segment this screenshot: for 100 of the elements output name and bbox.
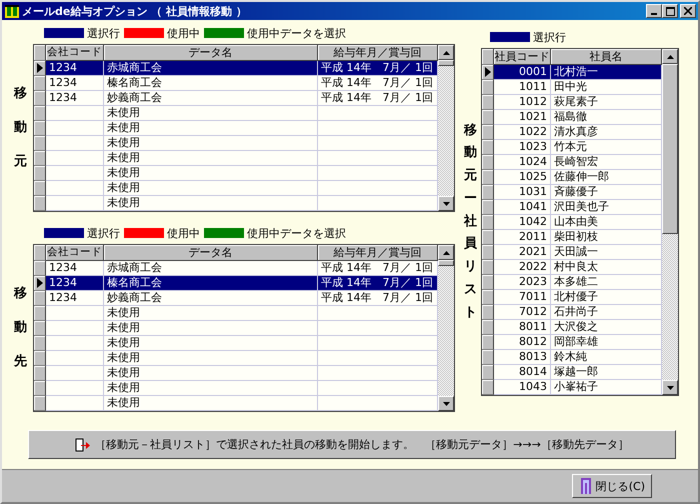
table-row[interactable]: 未使用	[34, 196, 438, 211]
table-row[interactable]: 1234 榛名商工会 平成 14年 7月／ 1回	[34, 276, 438, 291]
row-header[interactable]	[34, 366, 46, 381]
table-row[interactable]: 1042 山本由美	[482, 215, 662, 230]
row-header[interactable]	[34, 396, 46, 411]
row-header[interactable]	[34, 321, 46, 336]
scrollbar[interactable]	[438, 245, 454, 411]
table-row[interactable]: 2011 柴田初枝	[482, 230, 662, 245]
row-header[interactable]	[34, 196, 46, 211]
table-row[interactable]: 1024 長崎智宏	[482, 155, 662, 170]
row-header[interactable]	[34, 166, 46, 181]
table-row[interactable]: 1031 斉藤優子	[482, 185, 662, 200]
row-header[interactable]	[482, 140, 494, 155]
table-row[interactable]: 8012 岡部幸雄	[482, 335, 662, 350]
row-header[interactable]	[482, 245, 494, 260]
maximize-button[interactable]	[662, 4, 678, 18]
row-header[interactable]	[482, 125, 494, 140]
row-header[interactable]	[482, 365, 494, 380]
row-header[interactable]	[34, 136, 46, 151]
row-header[interactable]	[482, 380, 494, 395]
row-header[interactable]	[482, 110, 494, 125]
scroll-up-button[interactable]	[438, 45, 454, 60]
row-header[interactable]	[34, 351, 46, 366]
table-row[interactable]: 1234 妙義商工会 平成 14年 7月／ 1回	[34, 291, 438, 306]
scroll-thumb[interactable]	[438, 60, 454, 66]
table-row[interactable]: 未使用	[34, 136, 438, 151]
scroll-up-button[interactable]	[438, 245, 454, 260]
table-row[interactable]: 未使用	[34, 121, 438, 136]
table-row[interactable]: 1011 田中光	[482, 80, 662, 95]
row-header[interactable]	[482, 95, 494, 110]
scroll-up-button[interactable]	[662, 49, 678, 64]
column-header[interactable]: 社員名	[551, 49, 662, 65]
close-button[interactable]	[680, 4, 696, 18]
row-header[interactable]	[34, 76, 46, 91]
table-row[interactable]: 1234 榛名商工会 平成 14年 7月／ 1回	[34, 76, 438, 91]
column-header[interactable]: 給与年月／賞与回	[318, 245, 438, 261]
column-header[interactable]: データ名	[104, 45, 318, 61]
scroll-down-button[interactable]	[438, 196, 454, 211]
row-header[interactable]	[482, 260, 494, 275]
row-header[interactable]	[482, 275, 494, 290]
row-header[interactable]	[482, 305, 494, 320]
column-header[interactable]: 会社コード	[46, 245, 104, 261]
table-row[interactable]: 1022 清水真彦	[482, 125, 662, 140]
row-header[interactable]	[482, 170, 494, 185]
table-row[interactable]: 0001 北村浩一	[482, 65, 662, 80]
row-header[interactable]	[482, 155, 494, 170]
table-row[interactable]: 未使用	[34, 106, 438, 121]
table-row[interactable]: 7012 石井尚子	[482, 305, 662, 320]
close-dialog-button[interactable]: 閉じる(C)	[572, 474, 652, 498]
table-row[interactable]: 1234 妙義商工会 平成 14年 7月／ 1回	[34, 91, 438, 106]
table-row[interactable]: 未使用	[34, 336, 438, 351]
row-header[interactable]	[34, 276, 46, 291]
table-row[interactable]: 未使用	[34, 151, 438, 166]
row-header[interactable]	[34, 106, 46, 121]
row-header[interactable]	[34, 121, 46, 136]
scroll-down-button[interactable]	[438, 396, 454, 411]
table-row[interactable]: 7011 北村優子	[482, 290, 662, 305]
table-row[interactable]: 未使用	[34, 181, 438, 196]
row-header[interactable]	[34, 291, 46, 306]
table-row[interactable]: 2022 村中良太	[482, 260, 662, 275]
row-header[interactable]	[482, 290, 494, 305]
scroll-thumb[interactable]	[438, 260, 454, 266]
minimize-button[interactable]	[646, 4, 662, 18]
row-header[interactable]	[34, 61, 46, 76]
column-header[interactable]: 給与年月／賞与回	[318, 45, 438, 61]
row-header[interactable]	[482, 200, 494, 215]
table-row[interactable]: 2023 本多雄二	[482, 275, 662, 290]
table-row[interactable]: 未使用	[34, 396, 438, 411]
table-row[interactable]: 1025 佐藤伸一郎	[482, 170, 662, 185]
start-move-button[interactable]: ［移動元－社員リスト］で選択された社員の移動を開始します。 ［移動元データ］→→→［移動先データ］	[28, 430, 676, 459]
row-header[interactable]	[34, 381, 46, 396]
column-header[interactable]: データ名	[104, 245, 318, 261]
column-header[interactable]: 社員コード	[494, 49, 551, 65]
table-row[interactable]: 8014 塚越一郎	[482, 365, 662, 380]
scroll-thumb[interactable]	[662, 64, 678, 234]
table-row[interactable]: 未使用	[34, 321, 438, 336]
table-row[interactable]: 1023 竹本元	[482, 140, 662, 155]
scrollbar[interactable]	[438, 45, 454, 211]
table-row[interactable]: 8011 大沢俊之	[482, 320, 662, 335]
row-header[interactable]	[34, 181, 46, 196]
table-row[interactable]: 未使用	[34, 306, 438, 321]
table-row[interactable]: 1043 小峯祐子	[482, 380, 662, 395]
row-header[interactable]	[482, 185, 494, 200]
row-header[interactable]	[482, 320, 494, 335]
row-header[interactable]	[482, 350, 494, 365]
row-header[interactable]	[482, 335, 494, 350]
scroll-down-button[interactable]	[662, 380, 678, 395]
row-header[interactable]	[34, 261, 46, 276]
row-header[interactable]	[482, 215, 494, 230]
row-header[interactable]	[482, 80, 494, 95]
row-header[interactable]	[482, 230, 494, 245]
table-row[interactable]: 1021 福島徹	[482, 110, 662, 125]
scrollbar[interactable]	[662, 49, 678, 395]
table-row[interactable]: 未使用	[34, 351, 438, 366]
row-header[interactable]	[482, 65, 494, 80]
table-row[interactable]: 1012 萩尾素子	[482, 95, 662, 110]
table-row[interactable]: 未使用	[34, 366, 438, 381]
table-row[interactable]: 未使用	[34, 166, 438, 181]
table-row[interactable]: 8013 鈴木純	[482, 350, 662, 365]
table-row[interactable]: 1041 沢田美也子	[482, 200, 662, 215]
